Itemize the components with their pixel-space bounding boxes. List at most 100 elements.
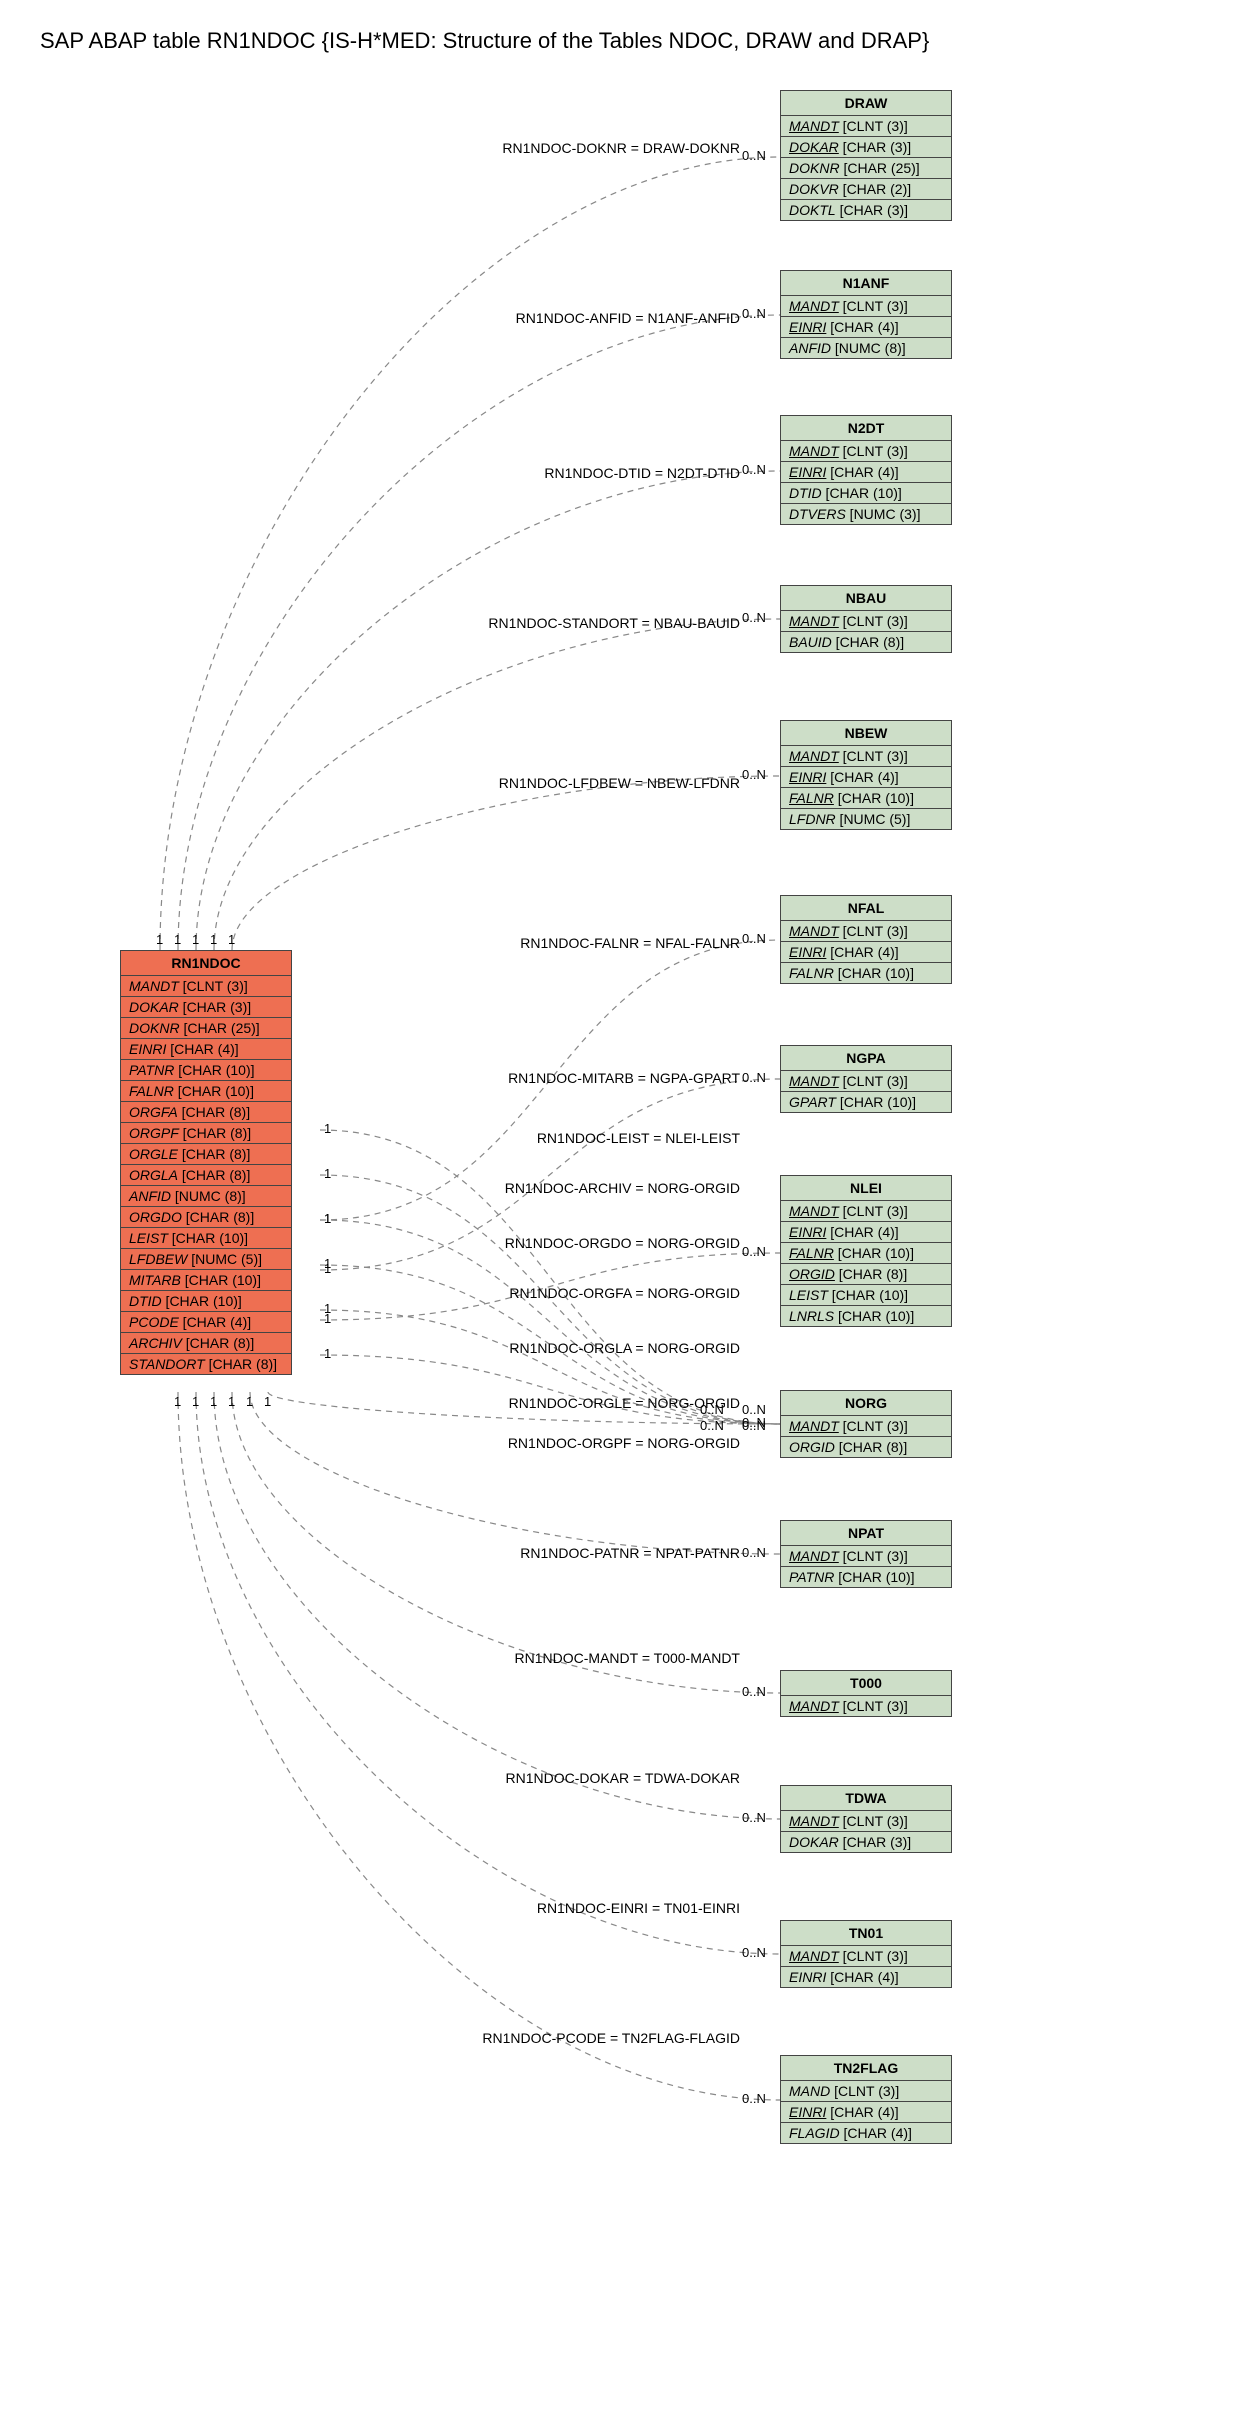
field-mandt: MANDT [CLNT (3)] — [781, 1416, 951, 1437]
field-doknr: DOKNR [CHAR (25)] — [781, 158, 951, 179]
field-mandt: MANDT [CLNT (3)] — [121, 976, 291, 997]
entity-nbew: NBEWMANDT [CLNT (3)]EINRI [CHAR (4)]FALN… — [780, 720, 952, 830]
field-orgle: ORGLE [CHAR (8)] — [121, 1144, 291, 1165]
cardinality: 1 — [324, 1346, 331, 1361]
field-orgdo: ORGDO [CHAR (8)] — [121, 1207, 291, 1228]
field-falnr: FALNR [CHAR (10)] — [781, 963, 951, 983]
entity-header: TN01 — [781, 1921, 951, 1946]
relation-label: RN1NDOC-DTID = N2DT-DTID — [370, 465, 740, 481]
field-mandt: MANDT [CLNT (3)] — [781, 296, 951, 317]
cardinality: 1 — [156, 932, 163, 947]
cardinality: 1 — [174, 1394, 181, 1409]
relation-label: RN1NDOC-ARCHIV = NORG-ORGID — [400, 1180, 740, 1196]
field-orgid: ORGID [CHAR (8)] — [781, 1437, 951, 1457]
cardinality: 0..N — [742, 462, 766, 477]
entity-header: TN2FLAG — [781, 2056, 951, 2081]
cardinality: 0..N — [742, 767, 766, 782]
cardinality: 0..N — [700, 1418, 724, 1433]
field-orgid: ORGID [CHAR (8)] — [781, 1264, 951, 1285]
relation-label: RN1NDOC-MITARB = NGPA-GPART — [370, 1070, 740, 1086]
entity-header: T000 — [781, 1671, 951, 1696]
entity-nfal: NFALMANDT [CLNT (3)]EINRI [CHAR (4)]FALN… — [780, 895, 952, 984]
relation-label: RN1NDOC-ORGLA = NORG-ORGID — [400, 1340, 740, 1356]
field-doktl: DOKTL [CHAR (3)] — [781, 200, 951, 220]
cardinality: 0..N — [700, 1402, 724, 1417]
cardinality: 0..N — [742, 148, 766, 163]
entity-tdwa: TDWAMANDT [CLNT (3)]DOKAR [CHAR (3)] — [780, 1785, 952, 1853]
entity-nlei: NLEIMANDT [CLNT (3)]EINRI [CHAR (4)]FALN… — [780, 1175, 952, 1327]
entity-header: DRAW — [781, 91, 951, 116]
entity-norg: NORGMANDT [CLNT (3)]ORGID [CHAR (8)] — [780, 1390, 952, 1458]
field-einri: EINRI [CHAR (4)] — [781, 1222, 951, 1243]
entity-tn2flag: TN2FLAGMAND [CLNT (3)]EINRI [CHAR (4)]FL… — [780, 2055, 952, 2144]
field-orgla: ORGLA [CHAR (8)] — [121, 1165, 291, 1186]
field-einri: EINRI [CHAR (4)] — [781, 317, 951, 338]
cardinality: 1 — [210, 1394, 217, 1409]
field-einri: EINRI [CHAR (4)] — [781, 462, 951, 483]
field-pcode: PCODE [CHAR (4)] — [121, 1312, 291, 1333]
cardinality: 1 — [210, 932, 217, 947]
field-einri: EINRI [CHAR (4)] — [121, 1039, 291, 1060]
er-diagram: RN1NDOCMANDT [CLNT (3)]DOKAR [CHAR (3)]D… — [40, 70, 1256, 2410]
field-mandt: MANDT [CLNT (3)] — [781, 1811, 951, 1832]
cardinality: 0..N — [742, 1945, 766, 1960]
entity-header: TDWA — [781, 1786, 951, 1811]
field-mandt: MANDT [CLNT (3)] — [781, 116, 951, 137]
cardinality: 0..N — [742, 306, 766, 321]
entity-header: NGPA — [781, 1046, 951, 1071]
field-mandt: MANDT [CLNT (3)] — [781, 441, 951, 462]
field-leist: LEIST [CHAR (10)] — [121, 1228, 291, 1249]
field-mandt: MANDT [CLNT (3)] — [781, 1546, 951, 1567]
field-falnr: FALNR [CHAR (10)] — [121, 1081, 291, 1102]
field-bauid: BAUID [CHAR (8)] — [781, 632, 951, 652]
field-dokvr: DOKVR [CHAR (2)] — [781, 179, 951, 200]
field-anfid: ANFID [NUMC (8)] — [781, 338, 951, 358]
entity-draw: DRAWMANDT [CLNT (3)]DOKAR [CHAR (3)]DOKN… — [780, 90, 952, 221]
cardinality: 1 — [324, 1301, 331, 1316]
cardinality: 1 — [324, 1256, 331, 1271]
relation-label: RN1NDOC-MANDT = T000-MANDT — [370, 1650, 740, 1666]
cardinality: 0..N — [742, 1545, 766, 1560]
field-orgfa: ORGFA [CHAR (8)] — [121, 1102, 291, 1123]
relation-label: RN1NDOC-LFDBEW = NBEW-LFDNR — [370, 775, 740, 791]
field-lnrls: LNRLS [CHAR (10)] — [781, 1306, 951, 1326]
entity-header: N1ANF — [781, 271, 951, 296]
relation-label: RN1NDOC-ANFID = N1ANF-ANFID — [370, 310, 740, 326]
field-mandt: MANDT [CLNT (3)] — [781, 1696, 951, 1716]
cardinality: 1 — [324, 1166, 331, 1181]
cardinality: 1 — [264, 1394, 271, 1409]
field-dtvers: DTVERS [NUMC (3)] — [781, 504, 951, 524]
field-standort: STANDORT [CHAR (8)] — [121, 1354, 291, 1374]
field-dtid: DTID [CHAR (10)] — [121, 1291, 291, 1312]
field-lfdbew: LFDBEW [NUMC (5)] — [121, 1249, 291, 1270]
field-doknr: DOKNR [CHAR (25)] — [121, 1018, 291, 1039]
cardinality: 0..N — [742, 2091, 766, 2106]
page-title: SAP ABAP table RN1NDOC {IS-H*MED: Struct… — [40, 28, 1256, 54]
field-einri: EINRI [CHAR (4)] — [781, 767, 951, 788]
field-mandt: MANDT [CLNT (3)] — [781, 1201, 951, 1222]
field-dtid: DTID [CHAR (10)] — [781, 483, 951, 504]
field-falnr: FALNR [CHAR (10)] — [781, 788, 951, 809]
field-leist: LEIST [CHAR (10)] — [781, 1285, 951, 1306]
entity-t000: T000MANDT [CLNT (3)] — [780, 1670, 952, 1717]
relation-label: RN1NDOC-DOKAR = TDWA-DOKAR — [370, 1770, 740, 1786]
field-dokar: DOKAR [CHAR (3)] — [781, 137, 951, 158]
field-mand: MAND [CLNT (3)] — [781, 2081, 951, 2102]
cardinality: 0..N — [742, 1244, 766, 1259]
field-einri: EINRI [CHAR (4)] — [781, 942, 951, 963]
cardinality: 1 — [228, 932, 235, 947]
entity-rn1ndoc: RN1NDOCMANDT [CLNT (3)]DOKAR [CHAR (3)]D… — [120, 950, 292, 1375]
field-dokar: DOKAR [CHAR (3)] — [781, 1832, 951, 1852]
cardinality: 0..N — [742, 1684, 766, 1699]
cardinality: 1 — [174, 932, 181, 947]
entity-n1anf: N1ANFMANDT [CLNT (3)]EINRI [CHAR (4)]ANF… — [780, 270, 952, 359]
relation-label: RN1NDOC-FALNR = NFAL-FALNR — [370, 935, 740, 951]
entity-header: NPAT — [781, 1521, 951, 1546]
relation-label: RN1NDOC-STANDORT = NBAU-BAUID — [370, 615, 740, 631]
field-orgpf: ORGPF [CHAR (8)] — [121, 1123, 291, 1144]
entity-header: RN1NDOC — [121, 951, 291, 976]
relation-label: RN1NDOC-EINRI = TN01-EINRI — [370, 1900, 740, 1916]
relation-label: RN1NDOC-DOKNR = DRAW-DOKNR — [370, 140, 740, 156]
cardinality: 1 — [246, 1394, 253, 1409]
entity-n2dt: N2DTMANDT [CLNT (3)]EINRI [CHAR (4)]DTID… — [780, 415, 952, 525]
